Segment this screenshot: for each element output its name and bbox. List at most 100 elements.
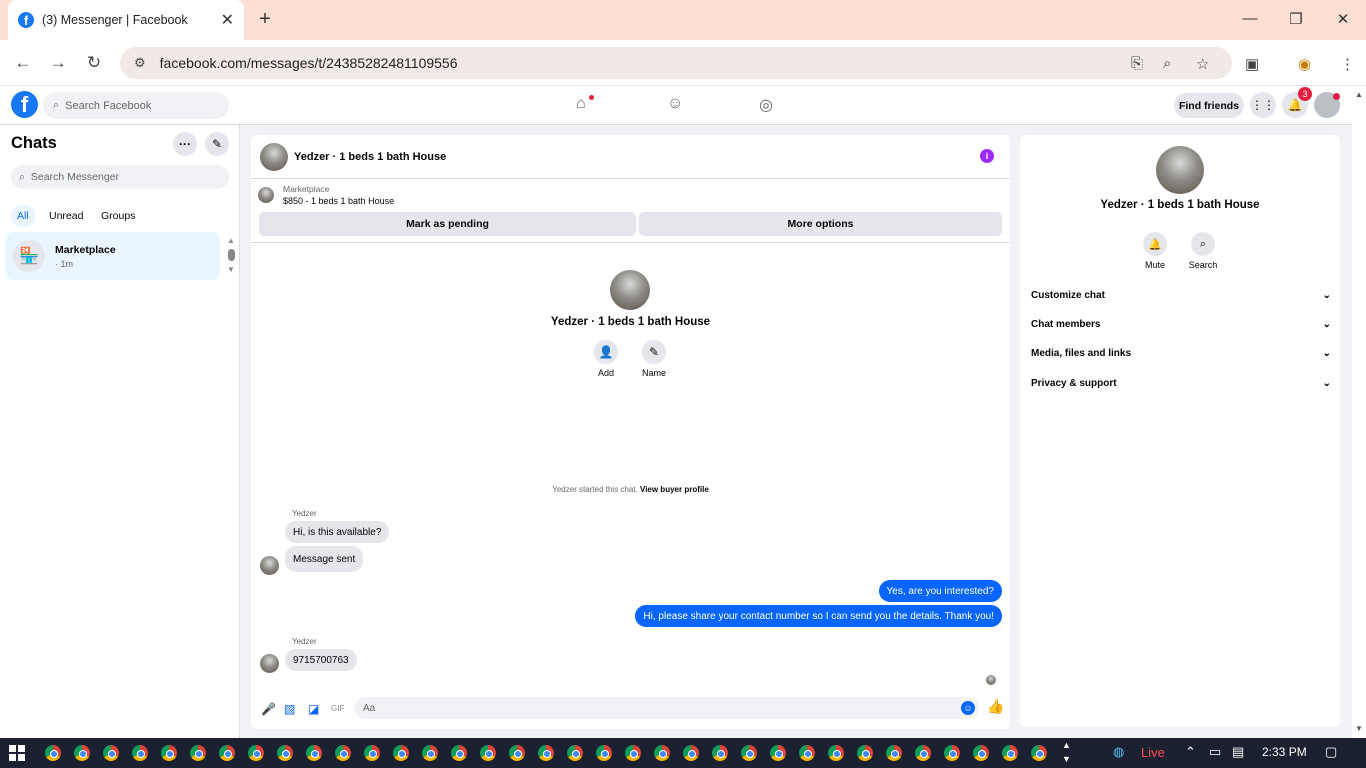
name-chat-button[interactable]: ✎ Name (634, 340, 674, 378)
media-files-links-section[interactable]: Media, files and links ⌄ (1031, 342, 1331, 364)
chrome-taskbar-icon[interactable] (161, 745, 177, 761)
chrome-taskbar-icon[interactable] (1002, 745, 1018, 761)
groups-icon[interactable]: ◎ (759, 95, 773, 115)
details-avatar[interactable] (1156, 146, 1204, 194)
chat-members-section[interactable]: Chat members ⌄ (1031, 313, 1331, 335)
outgoing-message[interactable]: Yes, are you interested? (878, 580, 1002, 602)
chrome-taskbar-icon[interactable] (364, 745, 380, 761)
chrome-taskbar-icon[interactable] (944, 745, 960, 761)
windows-start-icon[interactable] (9, 745, 25, 761)
filter-groups[interactable]: Groups (95, 205, 141, 227)
incoming-message[interactable]: Message sent (285, 546, 364, 572)
chrome-taskbar-icon[interactable] (219, 745, 235, 761)
profile-icon[interactable]: ◉ (1298, 55, 1311, 73)
chrome-taskbar-icon[interactable] (683, 745, 699, 761)
bookmark-star-icon[interactable]: ☆ (1196, 55, 1209, 73)
facebook-logo-icon[interactable]: f (11, 91, 38, 118)
chat-item-marketplace[interactable]: 🏪 Marketplace · 1m (5, 232, 220, 280)
search-conversation-button[interactable]: ⌕ Search (1183, 232, 1223, 270)
page-scrollbar[interactable]: ▲ ▼ (1352, 86, 1366, 738)
messenger-search-input[interactable]: ⌕ Search Messenger (11, 165, 229, 189)
sender-avatar[interactable] (260, 654, 279, 673)
chrome-taskbar-icon[interactable] (422, 745, 438, 761)
chrome-taskbar-icon[interactable] (103, 745, 119, 761)
mute-button[interactable]: 🔔 Mute (1135, 232, 1175, 270)
chrome-taskbar-icon[interactable] (509, 745, 525, 761)
chrome-taskbar-icon[interactable] (828, 745, 844, 761)
message-input[interactable]: Aa (354, 697, 979, 719)
scroll-up-icon[interactable]: ▲ (227, 236, 235, 245)
battery-icon[interactable]: ▭ (1209, 744, 1221, 760)
reload-icon[interactable]: ↻ (83, 53, 105, 73)
live-label[interactable]: Live (1141, 745, 1165, 760)
chrome-taskbar-icon[interactable] (625, 745, 641, 761)
restore-icon[interactable]: ❐ (1286, 10, 1306, 28)
close-tab-icon[interactable]: ✕ (221, 10, 234, 30)
chrome-taskbar-icon[interactable] (770, 745, 786, 761)
incoming-message[interactable]: Hi, is this available? (285, 521, 390, 543)
chrome-taskbar-icon[interactable] (973, 745, 989, 761)
show-hidden-icons[interactable]: ⌃ (1185, 744, 1196, 760)
address-bar[interactable]: ⚙ facebook.com/messages/t/24385282481109… (120, 47, 1232, 79)
filter-all[interactable]: All (11, 205, 35, 227)
tab-search-icon[interactable]: ▣ (1245, 55, 1259, 73)
conversation-title[interactable]: Yedzer · 1 beds 1 bath House (294, 151, 446, 163)
outgoing-message[interactable]: Hi, please share your contact number so … (635, 605, 1002, 627)
taskbar-scroll-up-icon[interactable]: ▲ (1062, 740, 1071, 750)
back-icon[interactable]: ← (12, 53, 34, 73)
taskbar-scroll-down-icon[interactable]: ▼ (1062, 754, 1071, 764)
chrome-taskbar-icon[interactable] (857, 745, 873, 761)
chrome-taskbar-icon[interactable] (277, 745, 293, 761)
marketplace-listing[interactable]: Marketplace $850 - 1 beds 1 bath House (258, 184, 394, 206)
sticker-icon[interactable]: ◪ (308, 702, 319, 716)
customize-chat-section[interactable]: Customize chat ⌄ (1031, 284, 1331, 306)
find-friends-button[interactable]: Find friends (1174, 93, 1244, 118)
privacy-support-section[interactable]: Privacy & support ⌄ (1031, 372, 1331, 394)
gif-icon[interactable]: GIF (331, 704, 344, 713)
chrome-taskbar-icon[interactable] (596, 745, 612, 761)
chrome-taskbar-icon[interactable] (886, 745, 902, 761)
chrome-taskbar-icon[interactable] (393, 745, 409, 761)
close-window-icon[interactable]: ✕ (1333, 10, 1353, 28)
chrome-taskbar-icon[interactable] (712, 745, 728, 761)
chrome-taskbar-icon[interactable] (538, 745, 554, 761)
menu-grid-icon[interactable]: ⋮⋮ (1250, 92, 1276, 118)
menu-dots-icon[interactable]: ⋮ (1340, 55, 1355, 73)
microphone-icon[interactable]: 🎤 (261, 702, 276, 716)
view-buyer-profile-link[interactable]: View buyer profile (640, 485, 709, 494)
photo-icon[interactable]: ▨ (284, 702, 295, 716)
chrome-taskbar-icon[interactable] (306, 745, 322, 761)
home-icon[interactable]: ⌂ (576, 95, 586, 113)
facebook-search-input[interactable]: ⌕ Search Facebook (43, 92, 229, 119)
chrome-taskbar-icon[interactable] (567, 745, 583, 761)
more-options-button[interactable]: More options (639, 212, 1002, 236)
live-weather-icon[interactable]: ◍ (1113, 744, 1124, 760)
conversation-avatar[interactable] (260, 142, 288, 171)
minimize-icon[interactable]: — (1240, 10, 1260, 27)
scroll-down-icon[interactable]: ▼ (227, 265, 235, 274)
chrome-taskbar-icon[interactable] (248, 745, 264, 761)
friends-icon[interactable]: ☺ (667, 95, 683, 113)
chrome-taskbar-icon[interactable] (190, 745, 206, 761)
chrome-taskbar-icon[interactable] (132, 745, 148, 761)
forward-icon[interactable]: → (47, 53, 69, 73)
chat-list-scrollbar[interactable] (228, 249, 235, 261)
incoming-message[interactable]: 9715700763 (285, 649, 357, 671)
filter-unread[interactable]: Unread (43, 205, 89, 227)
chrome-taskbar-icon[interactable] (480, 745, 496, 761)
chrome-taskbar-icon[interactable] (915, 745, 931, 761)
info-icon[interactable]: i (980, 149, 994, 163)
browser-tab[interactable]: f (3) Messenger | Facebook ✕ (8, 0, 244, 40)
chrome-taskbar-icon[interactable] (741, 745, 757, 761)
network-icon[interactable]: ▤ (1232, 744, 1244, 760)
chrome-taskbar-icon[interactable] (45, 745, 61, 761)
new-message-icon[interactable]: ✎ (205, 132, 229, 156)
chrome-taskbar-icon[interactable] (799, 745, 815, 761)
more-options-icon[interactable]: ··· (173, 132, 197, 156)
chrome-taskbar-icon[interactable] (335, 745, 351, 761)
zoom-icon[interactable]: ⌕ (1163, 55, 1171, 72)
site-info-icon[interactable]: ⚙ (134, 55, 146, 71)
chrome-taskbar-icon[interactable] (654, 745, 670, 761)
chrome-taskbar-icon[interactable] (74, 745, 90, 761)
add-people-button[interactable]: 👤 Add (586, 340, 626, 378)
